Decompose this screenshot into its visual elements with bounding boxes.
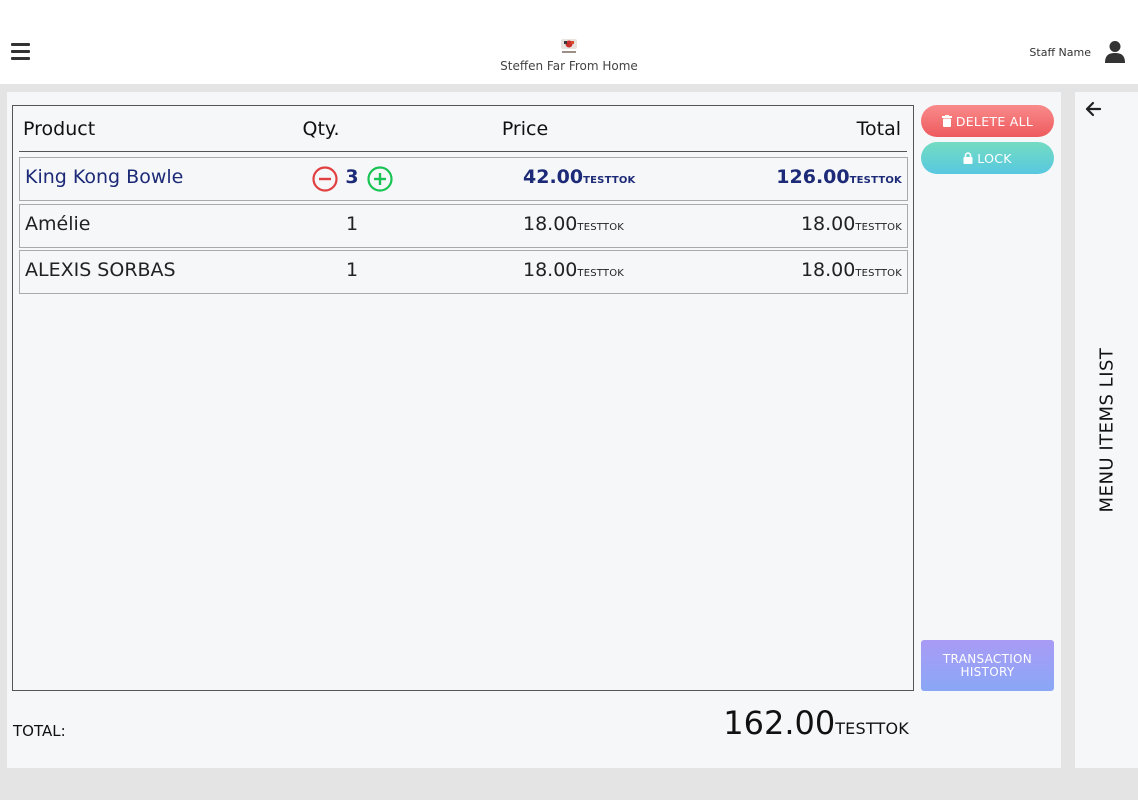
row-product-name: Amélie	[25, 213, 91, 235]
transaction-history-button[interactable]: TRANSACTION HISTORY	[921, 640, 1054, 691]
total-value: 162.00TESTTOK	[723, 704, 909, 742]
lock-label: LOCK	[977, 150, 1012, 166]
column-header-price: Price	[501, 118, 549, 140]
table-row[interactable]: Amélie 1 18.00TESTTOK 18.00TESTTOK	[19, 204, 908, 248]
store-logo	[561, 39, 577, 53]
currency-label: TESTTOK	[577, 222, 625, 233]
row-total: 126.00TESTTOK	[776, 166, 902, 188]
row-qty: 1	[345, 213, 359, 235]
staff-name: Staff Name	[1029, 46, 1091, 59]
row-price: 18.00TESTTOK	[523, 259, 625, 281]
row-product-name: ALEXIS SORBAS	[25, 259, 176, 281]
menu-items-list-title[interactable]: MENU ITEMS LIST	[1097, 348, 1118, 513]
row-total: 18.00TESTTOK	[800, 259, 902, 281]
arrow-left-icon[interactable]	[1084, 100, 1102, 118]
total-label: TOTAL:	[13, 722, 66, 740]
row-price: 18.00TESTTOK	[523, 213, 625, 235]
table-row[interactable]: ALEXIS SORBAS 1 18.00TESTTOK 18.00TESTTO…	[19, 250, 908, 294]
store-name: Steffen Far From Home	[500, 59, 638, 73]
lock-button[interactable]: LOCK	[921, 142, 1054, 174]
currency-label: TESTTOK	[577, 268, 625, 279]
currency-label: TESTTOK	[855, 222, 902, 233]
increase-qty-icon[interactable]	[367, 166, 393, 192]
currency-label: TESTTOK	[855, 268, 902, 279]
menu-items-panel: MENU ITEMS LIST	[1075, 92, 1138, 768]
column-header-qty: Qty.	[302, 118, 340, 140]
row-qty: 3	[345, 166, 359, 188]
currency-label: TESTTOK	[835, 719, 909, 738]
currency-label: TESTTOK	[583, 175, 636, 186]
delete-all-button[interactable]: DELETE ALL	[921, 105, 1054, 137]
app-header: Steffen Far From Home Staff Name	[0, 0, 1138, 84]
order-panel: Product Qty. Price Total King Kong Bowle…	[7, 92, 1061, 768]
column-header-total: Total	[856, 118, 901, 140]
currency-label: TESTTOK	[849, 175, 902, 186]
row-product-name: King Kong Bowle	[25, 166, 184, 188]
row-qty: 1	[345, 259, 359, 281]
order-table: Product Qty. Price Total King Kong Bowle…	[12, 105, 914, 691]
trash-icon	[941, 115, 952, 127]
lock-icon	[963, 152, 973, 164]
user-icon[interactable]	[1104, 40, 1126, 64]
table-row[interactable]: King Kong Bowle 3 42.00TESTTOK 126.00TES…	[19, 157, 908, 201]
hamburger-menu-icon[interactable]	[11, 43, 30, 60]
row-price: 42.00TESTTOK	[523, 166, 636, 188]
column-header-product: Product	[23, 118, 96, 140]
delete-all-label: DELETE ALL	[955, 113, 1034, 129]
history-label-line2: HISTORY	[960, 665, 1015, 679]
row-total: 18.00TESTTOK	[800, 213, 902, 235]
table-header: Product Qty. Price Total	[19, 106, 907, 152]
